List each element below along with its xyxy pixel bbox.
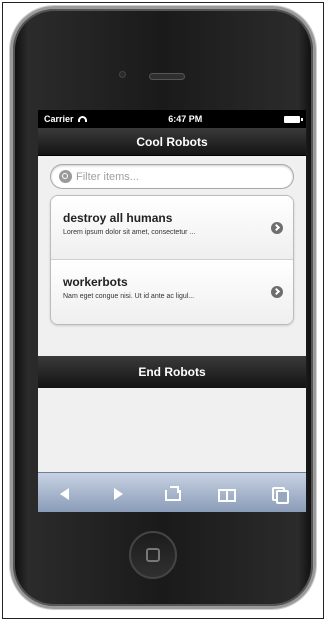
battery-icon	[283, 115, 303, 123]
tabs-icon[interactable]	[269, 486, 290, 504]
wifi-icon	[77, 116, 87, 122]
list-item[interactable]: workerbots Nam eget congue nisi. Ut id a…	[51, 260, 293, 324]
list-item[interactable]: destroy all humans Lorem ipsum dolor sit…	[51, 196, 293, 260]
footer-title: End Robots	[138, 365, 206, 379]
bookmarks-icon[interactable]	[216, 486, 236, 502]
status-time: 6:47 PM	[168, 114, 203, 124]
search-icon	[59, 170, 72, 183]
earpiece-speaker	[149, 73, 185, 80]
home-square-icon	[146, 548, 160, 562]
carrier-label: Carrier	[44, 114, 74, 124]
browser-toolbar	[38, 472, 306, 512]
chevron-right-icon[interactable]	[271, 222, 283, 234]
back-arrow-icon[interactable]	[55, 486, 75, 500]
filter-input[interactable]	[76, 170, 285, 183]
status-bar: Carrier 6:47 PM	[38, 110, 306, 128]
list-item-description: Nam eget congue nisi. Ut id ante ac ligu…	[63, 293, 195, 300]
list-item-title: destroy all humans	[63, 211, 173, 225]
front-camera	[119, 71, 126, 78]
page-footer: End Robots	[38, 356, 306, 388]
search-box[interactable]	[50, 164, 294, 189]
forward-arrow-icon[interactable]	[108, 486, 128, 500]
page-title: Cool Robots	[136, 135, 208, 149]
list-item-title: workerbots	[63, 275, 128, 289]
page-header: Cool Robots	[38, 128, 306, 156]
chevron-right-icon[interactable]	[271, 286, 283, 298]
robot-list: destroy all humans Lorem ipsum dolor sit…	[50, 195, 294, 325]
content-area: destroy all humans Lorem ipsum dolor sit…	[38, 156, 306, 333]
share-icon[interactable]	[162, 485, 182, 501]
list-item-description: Lorem ipsum dolor sit amet, consectetur …	[63, 229, 196, 236]
home-button[interactable]	[129, 531, 177, 579]
status-left: Carrier	[44, 114, 87, 124]
phone-screen: Carrier 6:47 PM Cool Robots destroy all …	[38, 110, 306, 512]
